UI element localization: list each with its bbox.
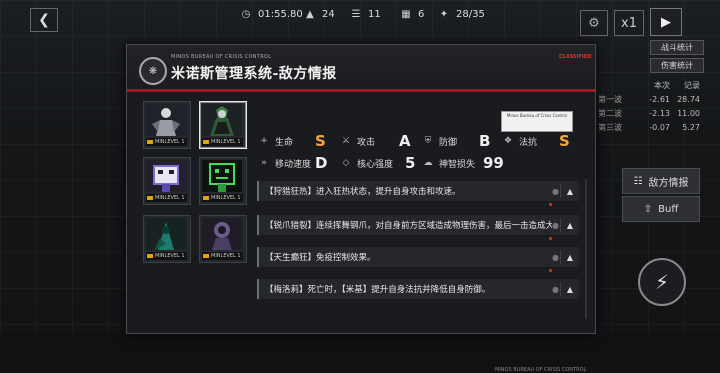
divider [257, 201, 577, 209]
enemy-info-modal: ❋ MINOS BUREAU OF CRISIS CONTROL 米诺斯管理系统… [126, 44, 596, 373]
enemy-info-button[interactable]: ☷ 敌方情报 [622, 168, 700, 194]
settings-button[interactable]: ⚙ [580, 10, 608, 36]
enemy-card[interactable]: MINLEVEL 1 [199, 157, 247, 205]
enemy-icon: ☰ [351, 8, 361, 20]
col-this: 本次 [654, 80, 670, 90]
enemy-level: MINLEVEL 1 [146, 194, 187, 202]
enemy-info-icon: ☷ [633, 175, 643, 187]
header-divider [127, 89, 595, 91]
enemy-level: MINLEVEL 1 [146, 252, 187, 260]
tab-damage-stats[interactable]: 伤害统计 [650, 58, 704, 73]
play-icon: ▶ [661, 14, 671, 30]
wave-stat: ✦ 28/35 [439, 8, 485, 20]
enemy-stats: + 生命 S ⚔ 攻击 A ⛨ 防御 B ❖ 法抗 S » 移动速度 D ◇ 核心强度 5 ☁ 神智损失 9… [259, 132, 583, 172]
enemy-card-selected[interactable]: MINLEVEL 1 [199, 101, 247, 149]
enemies-stat: ☰ 11 [351, 8, 381, 20]
table-row: 第二波 -2.13 11.00 [598, 108, 700, 118]
enemy-portrait [146, 160, 186, 192]
speed-icon: » [261, 158, 267, 168]
brain-icon: ☁ [423, 158, 433, 168]
kill-icon: ▲ [306, 8, 314, 20]
enemy-portrait [146, 104, 186, 136]
table-row: 第三波 -0.07 5.27 [598, 122, 700, 132]
eye-icon[interactable]: ▲ [560, 218, 579, 232]
wave-icon: ✦ [439, 8, 449, 20]
stat-sanity: ☁ 神智损失 99 [423, 154, 504, 172]
speed-button[interactable]: x1 [614, 10, 644, 36]
ability-item[interactable]: 【梅洛莉】死亡时，【米基】提升自身法抗并降低自身防御。 ● ▲ [257, 279, 579, 299]
stat-hp: + 生命 S [260, 132, 326, 150]
cost-stat: ▦ 6 [401, 8, 425, 20]
footer-org: MINOS BUREAU OF CRISIS CONTROL [495, 367, 587, 373]
kills-stat: ▲ 24 [304, 6, 335, 22]
sword-icon: ⚔ [341, 136, 351, 146]
stat-speed: » 移动速度 D [259, 154, 327, 172]
stat-res: ❖ 法抗 S [503, 132, 570, 150]
divider [257, 235, 577, 243]
diamond-icon: ◇ [342, 158, 350, 168]
enemy-card[interactable]: MINLEVEL 1 [143, 101, 191, 149]
col-record: 记录 [684, 80, 700, 90]
enemy-level: MINLEVEL 1 [202, 138, 243, 146]
gear-icon: ⚙ [588, 15, 600, 31]
enemy-portrait [146, 218, 186, 250]
org-name: MINOS BUREAU OF CRISIS CONTROL [171, 54, 272, 60]
enemy-card[interactable]: MINLEVEL 1 [199, 215, 247, 263]
enemy-portrait [202, 218, 242, 250]
timer-stat: ◷ 01:55.80 [241, 8, 303, 20]
buff-icon: ⇧ [643, 203, 653, 215]
scrollbar[interactable] [585, 179, 587, 319]
skill-button[interactable]: ⚡ [638, 258, 686, 306]
enemy-portrait [202, 160, 242, 192]
enemy-card[interactable]: MINLEVEL 1 [143, 157, 191, 205]
lightning-icon: ⚡ [654, 270, 670, 294]
ability-item[interactable]: 【锐爪猎裂】连续挥舞钢爪，对自身前方区域造成物理伤害，最后一击造成大... ● ▲ [257, 215, 579, 235]
tab-battle-stats[interactable]: 战斗统计 [650, 40, 704, 55]
play-button[interactable]: ▶ [650, 8, 682, 36]
cost-icon: ▦ [401, 8, 411, 20]
eye-icon[interactable]: ▲ [560, 282, 579, 296]
stat-def: ⛨ 防御 B [424, 132, 491, 150]
ability-item[interactable]: 【狩猎狂热】进入狂热状态，提升自身攻击和攻速。 ● ▲ [257, 181, 579, 201]
stats-table: 本次 记录 第一波 -2.61 28.74 第二波 -2.13 11.00 第三波 -0.0… [598, 78, 702, 148]
divider [257, 267, 577, 275]
resist-icon: ❖ [503, 136, 513, 146]
eye-icon[interactable]: ▲ [560, 184, 579, 198]
clock-icon: ◷ [241, 8, 251, 20]
plus-icon: + [260, 136, 268, 146]
eye-icon[interactable]: ▲ [560, 250, 579, 264]
enemy-level: MINLEVEL 1 [202, 194, 243, 202]
modal-title: 米诺斯管理系统-敌方情报 [171, 66, 337, 82]
enemy-description-box: Minos Bureau of Crisis Control [501, 111, 573, 132]
stat-atk: ⚔ 攻击 A [341, 132, 411, 150]
enemy-card[interactable]: MINLEVEL 1 [143, 215, 191, 263]
shield-icon: ⛨ [424, 136, 432, 146]
stat-core: ◇ 核心强度 5 [342, 154, 416, 172]
table-row: 第一波 -2.61 28.74 [598, 94, 700, 104]
enemy-level: MINLEVEL 1 [146, 138, 187, 146]
classified-tag: CLASSIFIED [559, 54, 592, 60]
minos-emblem-icon: ❋ [139, 57, 167, 85]
enemy-portrait [202, 104, 242, 136]
chevron-left-icon: ❮ [38, 12, 50, 28]
ability-item[interactable]: 【天生癫狂】免疫控制效果。 ● ▲ [257, 247, 579, 267]
enemy-level: MINLEVEL 1 [202, 252, 243, 260]
back-button[interactable]: ❮ [30, 8, 58, 32]
buff-button[interactable]: ⇧ Buff [622, 196, 700, 222]
